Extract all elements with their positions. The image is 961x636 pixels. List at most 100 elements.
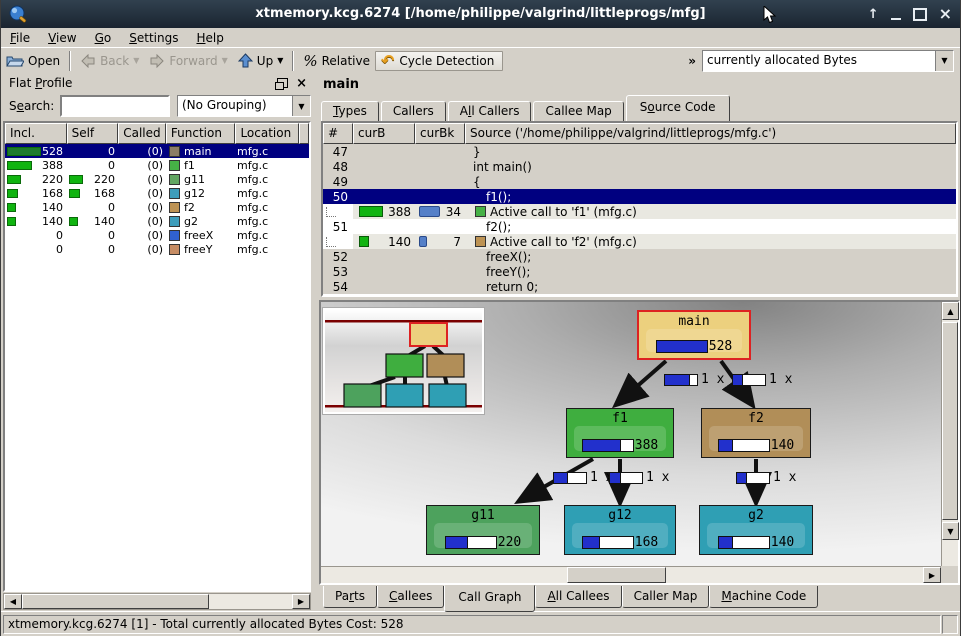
scroll-right-icon[interactable]: ▶ — [923, 567, 941, 583]
bar-fill — [719, 537, 734, 548]
menu-settings[interactable]: Settings — [120, 30, 187, 46]
tab-all-callees[interactable]: All Callees — [535, 586, 621, 608]
tab-callees[interactable]: Callees — [377, 586, 444, 608]
curbk-cell — [415, 159, 465, 174]
called-value: (0) — [147, 229, 167, 242]
tab-source-code[interactable]: Source Code — [626, 95, 730, 121]
tab-all-callers[interactable]: All Callers — [448, 101, 532, 121]
menu-help[interactable]: Help — [187, 30, 232, 46]
function-row-f2[interactable]: 1400(0)f2mfg.c — [5, 200, 309, 214]
location-value: mfg.c — [237, 173, 268, 186]
source-call-row[interactable]: 1407 Active call to 'f2' (mfg.c) — [323, 234, 956, 249]
function-row-freeX[interactable]: 00(0)freeXmfg.c — [5, 228, 309, 242]
forward-button[interactable]: Forward▼ — [144, 52, 232, 70]
call-graph-canvas[interactable]: main528f1388f2140g11220g12168g21401 x1 x… — [321, 302, 941, 566]
graph-node-f2[interactable]: f2140 — [701, 408, 811, 458]
search-input[interactable] — [60, 95, 170, 117]
node-cost-value: 220 — [498, 535, 521, 550]
tab-machine-code[interactable]: Machine Code — [709, 586, 818, 608]
column-header-function[interactable]: Function — [166, 123, 236, 144]
scroll-right-icon[interactable]: ▶ — [292, 594, 310, 609]
flat-profile-dock-header[interactable]: Flat Profile × — [3, 74, 311, 92]
back-button[interactable]: Back▼ — [75, 52, 144, 70]
event-type-value: currently allocated Bytes — [703, 51, 935, 71]
node-cost-bar — [718, 439, 770, 452]
scrollbar-thumb[interactable] — [567, 567, 666, 583]
function-row-g12[interactable]: 168168(0)g12mfg.c — [5, 186, 309, 200]
float-panel-icon[interactable] — [277, 78, 288, 88]
source-line-51[interactable]: 51f2(); — [323, 219, 956, 234]
source-line-48[interactable]: 48int main() — [323, 159, 956, 174]
up-button[interactable]: Up▼ — [233, 51, 289, 70]
maximize-icon[interactable] — [913, 8, 927, 21]
curbk-cell — [415, 189, 465, 204]
scroll-left-icon[interactable]: ◀ — [4, 594, 22, 609]
column-header-location[interactable]: Location — [235, 123, 299, 144]
chevron-down-icon[interactable]: ▼ — [292, 96, 310, 116]
source-line-52[interactable]: 52freeX(); — [323, 249, 956, 264]
source-line-54[interactable]: 54return 0; — [323, 279, 956, 294]
source-line-49[interactable]: 49{ — [323, 174, 956, 189]
tab-call-graph[interactable]: Call Graph — [444, 585, 535, 612]
source-call-row[interactable]: 38834 Active call to 'f1' (mfg.c) — [323, 204, 956, 219]
self-value: 0 — [108, 201, 119, 214]
grouping-combobox[interactable]: (No Grouping) ▼ — [177, 95, 311, 117]
column-header-called[interactable]: Called — [118, 123, 166, 144]
event-type-combobox[interactable]: currently allocated Bytes ▼ — [702, 50, 954, 72]
cost-bar-green — [359, 206, 383, 217]
call-annotation-text: Active call to 'f2' (mfg.c) — [490, 235, 637, 249]
flat-profile-hscrollbar[interactable]: ◀ ▶ — [3, 593, 311, 610]
column-header-self[interactable]: Self — [67, 123, 119, 144]
function-row-freeY[interactable]: 00(0)freeYmfg.c — [5, 242, 309, 256]
function-row-f1[interactable]: 3880(0)f1mfg.c — [5, 158, 309, 172]
minimize-icon[interactable] — [891, 9, 901, 20]
tab-parts[interactable]: Parts — [323, 586, 377, 608]
graph-hscrollbar[interactable]: ▶ — [321, 566, 941, 583]
open-button[interactable]: Open — [1, 51, 65, 70]
toolbar-overflow-button[interactable]: » — [682, 54, 702, 68]
graph-node-main[interactable]: main528 — [637, 310, 751, 360]
call-graph-overview-map[interactable] — [323, 308, 484, 414]
tab-callers[interactable]: Callers — [381, 101, 446, 121]
menu-file[interactable]: File — [1, 30, 39, 46]
bar-fill — [554, 473, 568, 483]
graph-node-g12[interactable]: g12168 — [564, 505, 676, 555]
menu-view[interactable]: View — [39, 30, 85, 46]
function-row-main[interactable]: 5280(0)mainmfg.c — [5, 144, 309, 158]
column-header-incl[interactable]: Incl. — [5, 123, 67, 144]
scrollbar-thumb[interactable] — [942, 322, 958, 520]
source-line-53[interactable]: 53freeY(); — [323, 264, 956, 279]
function-color-icon — [475, 206, 486, 217]
graph-node-f1[interactable]: f1388 — [566, 408, 674, 458]
source-column-header[interactable]: curBk — [415, 123, 465, 144]
source-line-47[interactable]: 47} — [323, 144, 956, 159]
graph-vscrollbar[interactable]: ▲ ▼ — [941, 302, 958, 566]
tab-callee-map[interactable]: Callee Map — [533, 101, 623, 121]
scroll-up-icon[interactable]: ▲ — [942, 302, 959, 320]
function-row-g11[interactable]: 220220(0)g11mfg.c — [5, 172, 309, 186]
scrollbar-thumb[interactable] — [22, 594, 209, 609]
cycle-detection-button[interactable]: ↶ Cycle Detection — [375, 51, 503, 71]
resize-grip[interactable] — [942, 615, 958, 634]
source-column-header[interactable]: curB — [353, 123, 415, 144]
source-line-50[interactable]: 50f1(); — [323, 189, 956, 204]
close-icon[interactable]: × — [939, 6, 952, 22]
graph-node-g2[interactable]: g2140 — [699, 505, 813, 555]
scroll-down-icon[interactable]: ▼ — [942, 522, 959, 540]
menu-go[interactable]: Go — [86, 30, 121, 46]
source-column-header[interactable]: Source ('/home/philippe/valgrind/littlep… — [465, 123, 956, 144]
tab-types[interactable]: Types — [321, 101, 379, 121]
function-row-g2[interactable]: 140140(0)g2mfg.c — [5, 214, 309, 228]
function-name: g2 — [184, 215, 198, 228]
relative-toggle-button[interactable]: % Relative — [298, 50, 375, 72]
source-column-header[interactable]: # — [323, 123, 353, 144]
graph-node-g11[interactable]: g11220 — [426, 505, 540, 555]
titlebar[interactable]: xtmemory.kcg.6274 [/home/philippe/valgri… — [1, 0, 960, 28]
node-cost-bar — [582, 439, 634, 452]
close-icon[interactable]: × — [296, 77, 307, 90]
bar-fill — [657, 341, 707, 352]
tab-caller-map[interactable]: Caller Map — [622, 586, 710, 608]
chevron-down-icon[interactable]: ▼ — [935, 51, 953, 71]
function-name: f1 — [184, 159, 195, 172]
shade-icon[interactable]: ↑ — [868, 8, 879, 21]
